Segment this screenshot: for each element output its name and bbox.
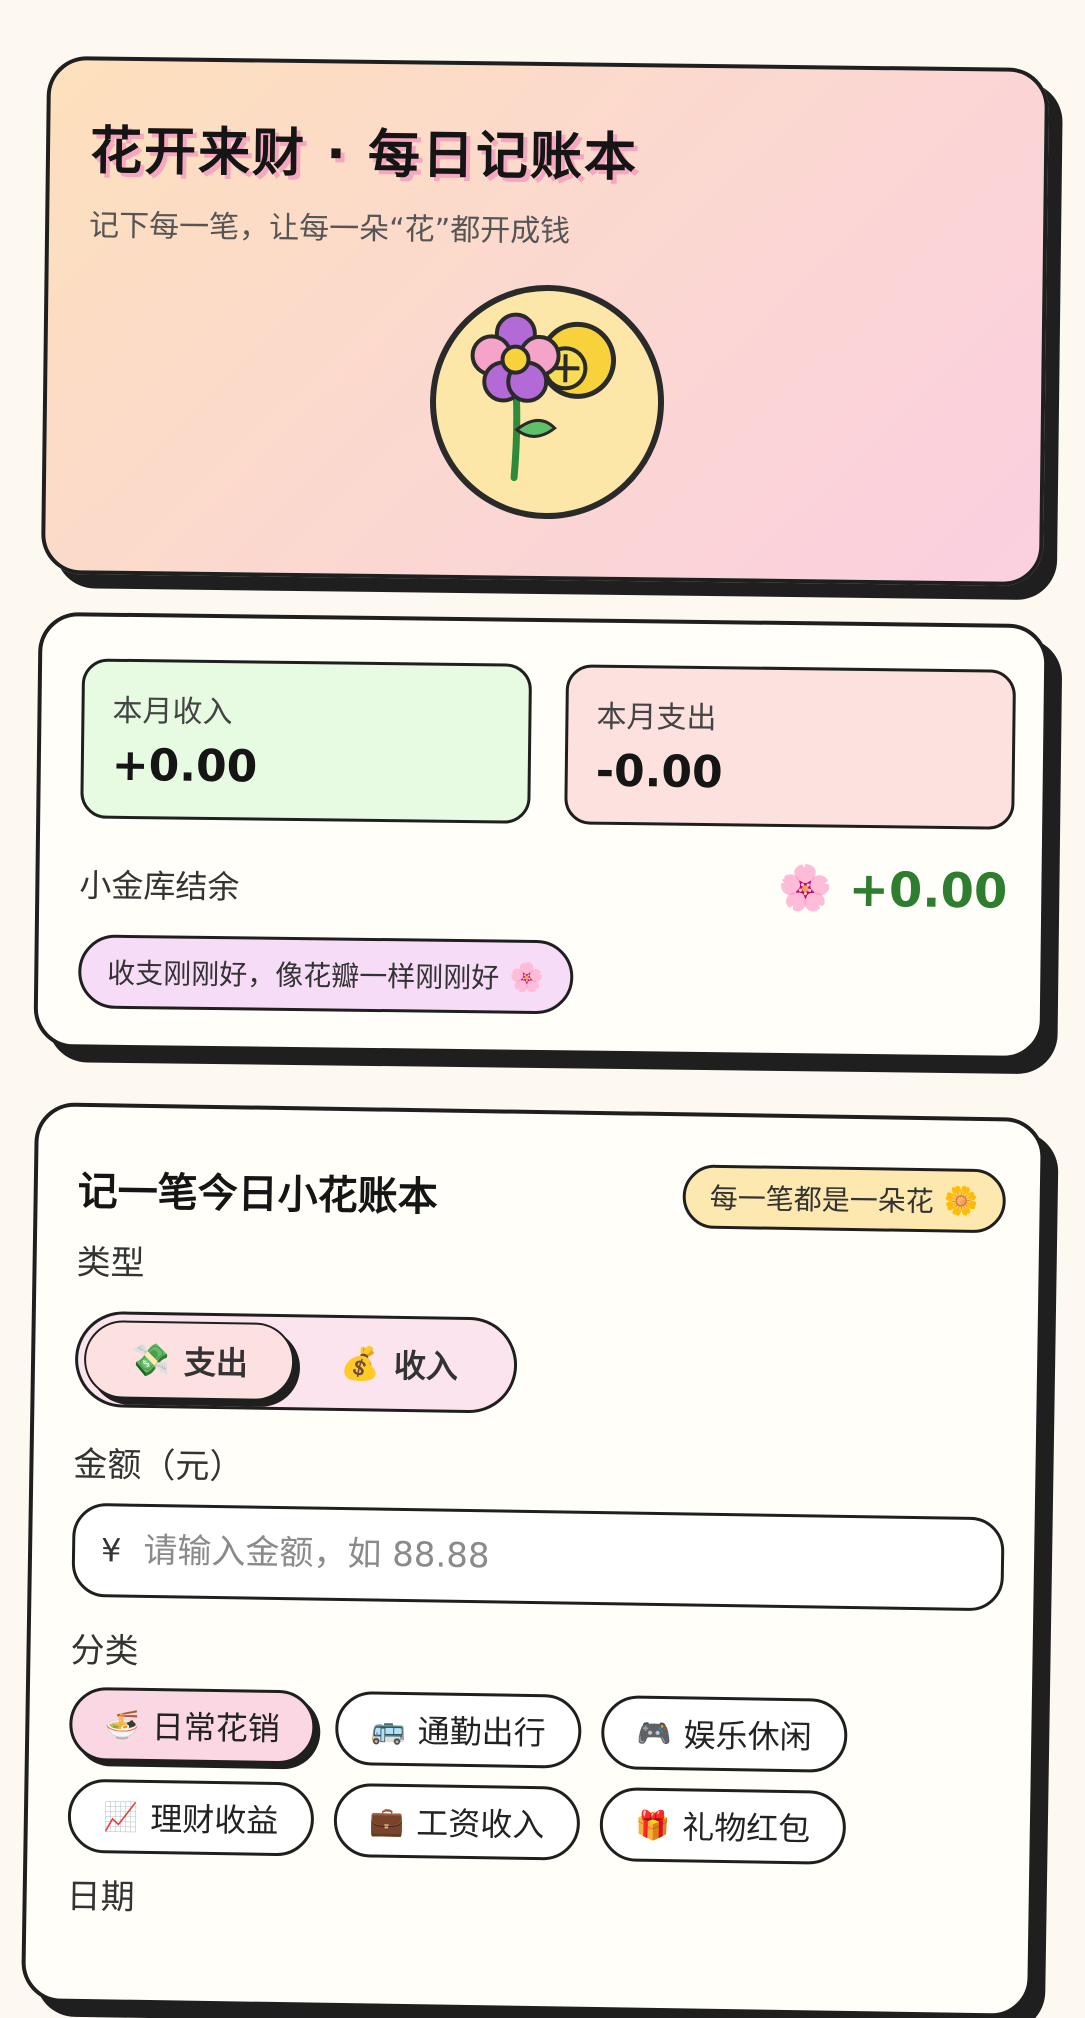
category-chip-gift[interactable]: 🎁 礼物红包 <box>599 1787 846 1865</box>
money-bag-icon: 💰 <box>340 1344 380 1383</box>
category-chip-entertainment[interactable]: 🎮 娱乐休闲 <box>601 1695 848 1773</box>
bus-icon: 🚌 <box>371 1712 406 1746</box>
type-label: 类型 <box>76 1235 145 1285</box>
noodle-bowl-icon: 🍜 <box>105 1708 140 1742</box>
game-controller-icon: 🎮 <box>637 1716 672 1750</box>
type-income-label: 收入 <box>394 1341 459 1388</box>
expense-value: -0.00 <box>595 746 984 802</box>
hint-text: 收支刚刚好，像花瓣一样刚刚好 <box>107 952 499 997</box>
category-chip-label: 礼物红包 <box>682 1802 811 1850</box>
type-toggle: 💸 支出 💰 收入 <box>74 1311 517 1414</box>
category-chip-investment[interactable]: 📈 理财收益 <box>67 1779 314 1857</box>
app-subtitle: 记下每一笔，让每一朵“花”都开成钱 <box>89 200 571 250</box>
currency-symbol: ¥ <box>101 1531 122 1569</box>
category-chip-label: 娱乐休闲 <box>683 1710 812 1758</box>
hero-card: 花开来财 · 每日记账本 记下每一笔，让每一朵“花”都开成钱 <box>41 56 1049 586</box>
category-chip-salary[interactable]: 💼 工资收入 <box>333 1783 580 1861</box>
flower-coin-icon <box>426 281 669 524</box>
income-stat: 本月收入 +0.00 <box>80 658 532 823</box>
chart-up-icon: 📈 <box>103 1800 138 1834</box>
category-chip-label: 通勤出行 <box>417 1706 546 1754</box>
cherry-blossom-icon: 🌸 <box>778 867 833 912</box>
amount-field[interactable]: ¥ <box>71 1503 1004 1612</box>
balance-display: 🌸 +0.00 <box>778 861 1008 920</box>
monthly-summary-card: 本月收入 +0.00 本月支出 -0.00 小金库结余 🌸 +0.00 收支刚刚… <box>33 612 1048 1060</box>
expense-label: 本月支出 <box>596 692 985 741</box>
balance-hint-badge: 收支刚刚好，像花瓣一样刚刚好 🌸 <box>78 934 574 1014</box>
amount-label: 金额（元） <box>73 1437 244 1489</box>
type-expense-button[interactable]: 💸 支出 <box>83 1320 294 1401</box>
money-with-wings-icon: 💸 <box>130 1341 170 1380</box>
category-chip-commute[interactable]: 🚌 通勤出行 <box>335 1691 582 1769</box>
blossom-icon: 🌼 <box>944 1184 979 1218</box>
app-title: 花开来财 · 每日记账本 <box>90 108 639 190</box>
balance-value: +0.00 <box>848 862 1007 920</box>
category-chip-label: 日常花销 <box>151 1702 280 1750</box>
briefcase-icon: 💼 <box>369 1804 404 1838</box>
gift-icon: 🎁 <box>635 1808 670 1842</box>
type-income-button[interactable]: 💰 收入 <box>293 1323 504 1404</box>
entry-title: 记一笔今日小花账本 <box>77 1159 438 1223</box>
category-chip-label: 理财收益 <box>150 1794 279 1842</box>
category-chip-label: 工资收入 <box>416 1798 545 1846</box>
type-expense-label: 支出 <box>184 1337 249 1384</box>
cherry-blossom-icon: 🌸 <box>509 960 544 993</box>
entry-badge: 每一笔都是一朵花 🌼 <box>682 1164 1006 1233</box>
category-label: 分类 <box>70 1623 139 1673</box>
category-chips: 🍜 日常花销 🚌 通勤出行 🎮 娱乐休闲 📈 理财收益 💼 工资收入 🎁 礼物红… <box>70 1687 1010 1702</box>
income-label: 本月收入 <box>112 686 501 735</box>
expense-stat: 本月支出 -0.00 <box>564 664 1016 829</box>
income-value: +0.00 <box>112 740 501 796</box>
balance-label: 小金库结余 <box>79 860 240 908</box>
amount-input[interactable] <box>143 1531 964 1584</box>
new-entry-card: 记一笔今日小花账本 每一笔都是一朵花 🌼 类型 💸 支出 💰 收入 金额（元） … <box>21 1102 1045 2018</box>
badge-text: 每一笔都是一朵花 <box>710 1177 935 1221</box>
category-chip-daily[interactable]: 🍜 日常花销 <box>69 1687 316 1765</box>
date-label: 日期 <box>66 1869 135 1919</box>
